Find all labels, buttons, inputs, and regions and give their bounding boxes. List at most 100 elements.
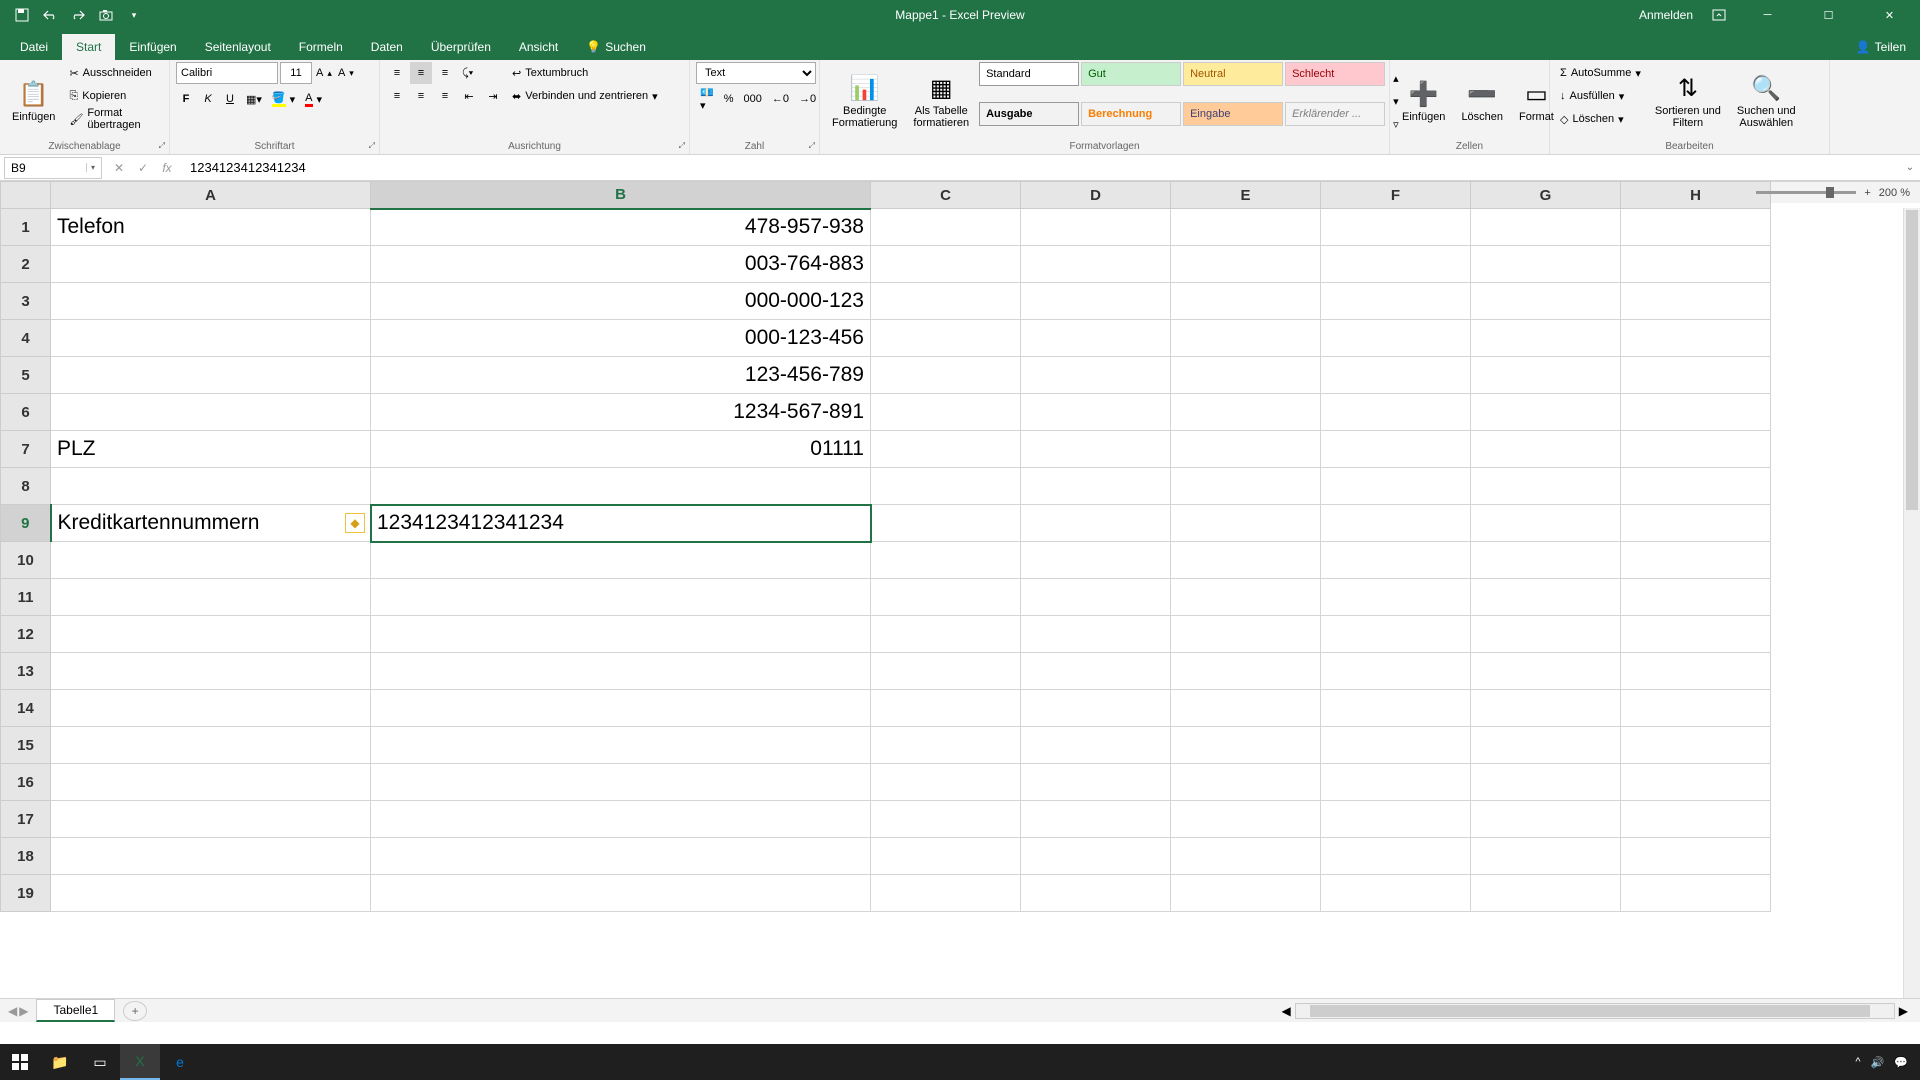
column-header-F[interactable]: F: [1321, 182, 1471, 209]
ribbon-options-icon[interactable]: [1709, 5, 1729, 25]
cell-A6[interactable]: [51, 394, 371, 431]
cell-G19[interactable]: [1471, 875, 1621, 912]
cell-F4[interactable]: [1321, 320, 1471, 357]
cell-B5[interactable]: 123-456-789: [371, 357, 871, 394]
increase-decimal-button[interactable]: ←0: [768, 88, 793, 110]
insert-function-button[interactable]: fx: [156, 161, 178, 175]
row-header-13[interactable]: 13: [1, 653, 51, 690]
cell-F17[interactable]: [1321, 801, 1471, 838]
cell-A12[interactable]: [51, 616, 371, 653]
cell-D10[interactable]: [1021, 542, 1171, 579]
cell-E7[interactable]: [1171, 431, 1321, 468]
row-header-15[interactable]: 15: [1, 727, 51, 764]
insert-cells-button[interactable]: ➕Einfügen: [1396, 62, 1451, 140]
cell-E19[interactable]: [1171, 875, 1321, 912]
cell-C10[interactable]: [871, 542, 1021, 579]
tray-expand-icon[interactable]: ^: [1855, 1056, 1860, 1068]
cell-D4[interactable]: [1021, 320, 1171, 357]
cell-B4[interactable]: 000-123-456: [371, 320, 871, 357]
cell-D9[interactable]: [1021, 505, 1171, 542]
style-gut[interactable]: Gut: [1081, 62, 1181, 86]
cell-C13[interactable]: [871, 653, 1021, 690]
row-header-17[interactable]: 17: [1, 801, 51, 838]
tab-einfuegen[interactable]: Einfügen: [115, 34, 190, 60]
excel-taskbar-button[interactable]: X: [120, 1044, 160, 1080]
cell-E3[interactable]: [1171, 283, 1321, 320]
font-name-select[interactable]: [176, 62, 278, 84]
cell-G5[interactable]: [1471, 357, 1621, 394]
paste-button[interactable]: 📋 Einfügen: [6, 62, 61, 140]
cell-H5[interactable]: [1621, 357, 1771, 394]
bold-button[interactable]: F: [176, 88, 196, 110]
cell-C19[interactable]: [871, 875, 1021, 912]
cell-H10[interactable]: [1621, 542, 1771, 579]
cell-E9[interactable]: [1171, 505, 1321, 542]
cell-D18[interactable]: [1021, 838, 1171, 875]
row-header-7[interactable]: 7: [1, 431, 51, 468]
cell-B15[interactable]: [371, 727, 871, 764]
cell-E18[interactable]: [1171, 838, 1321, 875]
column-header-E[interactable]: E: [1171, 182, 1321, 209]
cell-A18[interactable]: [51, 838, 371, 875]
cell-C6[interactable]: [871, 394, 1021, 431]
cell-D5[interactable]: [1021, 357, 1171, 394]
cell-D1[interactable]: [1021, 209, 1171, 246]
cell-B16[interactable]: [371, 764, 871, 801]
share-button[interactable]: 👤Teilen: [1842, 34, 1920, 60]
cell-B11[interactable]: [371, 579, 871, 616]
fill-color-button[interactable]: 🪣▾: [268, 88, 299, 110]
font-size-select[interactable]: [280, 62, 312, 84]
cell-H15[interactable]: [1621, 727, 1771, 764]
cell-C2[interactable]: [871, 246, 1021, 283]
cell-B12[interactable]: [371, 616, 871, 653]
row-header-5[interactable]: 5: [1, 357, 51, 394]
decrease-font-button[interactable]: A▾: [336, 62, 356, 84]
cell-G11[interactable]: [1471, 579, 1621, 616]
vertical-scrollbar[interactable]: [1903, 208, 1920, 998]
redo-icon[interactable]: [68, 5, 88, 25]
cell-D16[interactable]: [1021, 764, 1171, 801]
cell-H17[interactable]: [1621, 801, 1771, 838]
alignment-expand-icon[interactable]: ⤢: [679, 141, 685, 151]
cell-F5[interactable]: [1321, 357, 1471, 394]
add-sheet-button[interactable]: +: [123, 1001, 147, 1021]
cell-C7[interactable]: [871, 431, 1021, 468]
cell-G6[interactable]: [1471, 394, 1621, 431]
cell-F16[interactable]: [1321, 764, 1471, 801]
column-header-D[interactable]: D: [1021, 182, 1171, 209]
cell-H13[interactable]: [1621, 653, 1771, 690]
cell-G2[interactable]: [1471, 246, 1621, 283]
cell-G3[interactable]: [1471, 283, 1621, 320]
cell-E11[interactable]: [1171, 579, 1321, 616]
cell-C12[interactable]: [871, 616, 1021, 653]
underline-button[interactable]: U: [220, 88, 240, 110]
cell-H2[interactable]: [1621, 246, 1771, 283]
cell-B3[interactable]: 000-000-123: [371, 283, 871, 320]
cell-B18[interactable]: [371, 838, 871, 875]
formula-expand-button[interactable]: ⌄: [1900, 162, 1920, 173]
cell-F1[interactable]: [1321, 209, 1471, 246]
row-header-8[interactable]: 8: [1, 468, 51, 505]
italic-button[interactable]: K: [198, 88, 218, 110]
cell-A10[interactable]: [51, 542, 371, 579]
cell-G13[interactable]: [1471, 653, 1621, 690]
sort-filter-button[interactable]: ⇅Sortieren und Filtern: [1649, 62, 1727, 140]
cell-A3[interactable]: [51, 283, 371, 320]
cell-E12[interactable]: [1171, 616, 1321, 653]
row-header-18[interactable]: 18: [1, 838, 51, 875]
merge-center-button[interactable]: ⬌Verbinden und zentrieren▾: [508, 85, 662, 107]
cell-F8[interactable]: [1321, 468, 1471, 505]
cell-C9[interactable]: [871, 505, 1021, 542]
cell-G4[interactable]: [1471, 320, 1621, 357]
row-header-4[interactable]: 4: [1, 320, 51, 357]
sheet-tab-tabelle1[interactable]: Tabelle1: [36, 999, 115, 1022]
percent-button[interactable]: %: [720, 88, 738, 110]
tab-seitenlayout[interactable]: Seitenlayout: [191, 34, 285, 60]
cell-F19[interactable]: [1321, 875, 1471, 912]
cell-H14[interactable]: [1621, 690, 1771, 727]
cell-C8[interactable]: [871, 468, 1021, 505]
cell-G16[interactable]: [1471, 764, 1621, 801]
cell-D17[interactable]: [1021, 801, 1171, 838]
align-right-button[interactable]: ≡: [434, 85, 456, 107]
decrease-decimal-button[interactable]: →0: [795, 88, 820, 110]
